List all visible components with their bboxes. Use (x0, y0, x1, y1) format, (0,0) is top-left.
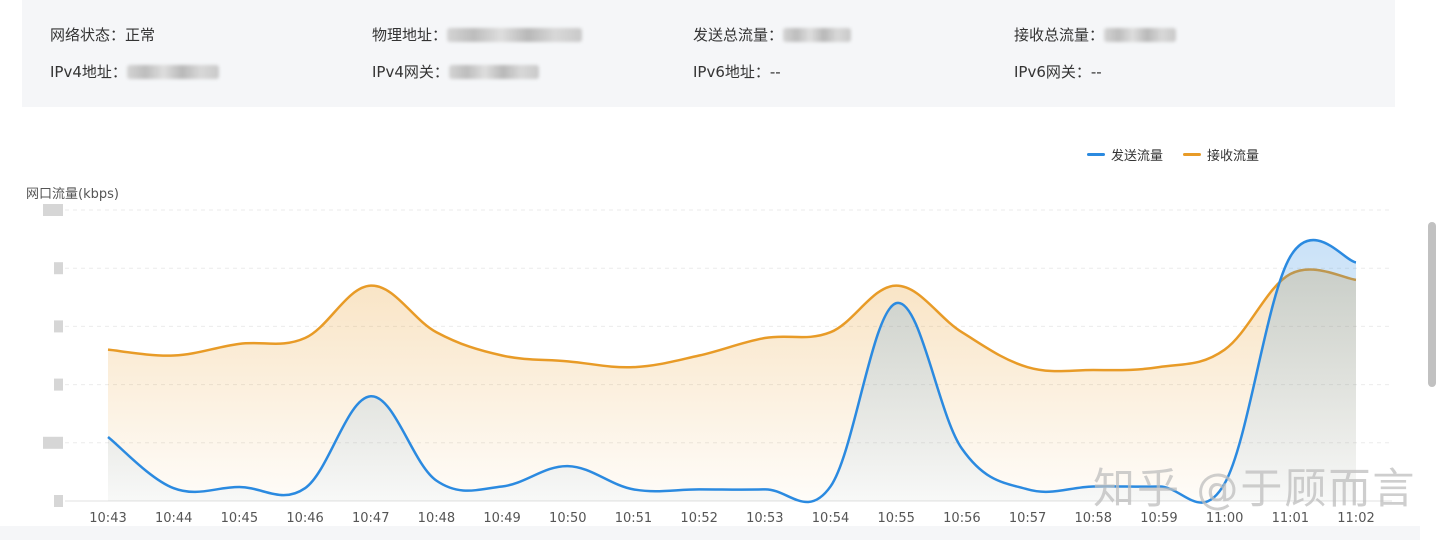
ipv6-address: IPv6地址： -- (693, 61, 781, 82)
ipv4-gateway-label: IPv4网关： (372, 63, 449, 81)
x-tick-label: 10:46 (286, 511, 323, 526)
x-tick-label: 10:57 (1009, 511, 1046, 526)
ipv4-gateway: IPv4网关： (372, 61, 539, 82)
x-tick-label: 10:44 (155, 511, 192, 526)
x-tick-label: 10:43 (89, 511, 126, 526)
rx-total: 接收总流量： (1014, 24, 1177, 45)
x-tick-label: 10:54 (812, 511, 849, 526)
x-tick-label: 10:51 (615, 511, 652, 526)
rx-total-label: 接收总流量： (1014, 26, 1105, 44)
x-tick-label: 10:55 (877, 511, 914, 526)
y-tick-redacted (43, 436, 63, 449)
ipv4-address-redacted (126, 64, 219, 79)
mac-address-label: 物理地址： (372, 26, 448, 44)
x-tick-label: 10:48 (418, 511, 455, 526)
mac-address-redacted (447, 27, 583, 42)
x-tick-label: 10:47 (352, 511, 389, 526)
ipv6-gateway-value: -- (1090, 62, 1102, 81)
y-tick-redacted (54, 495, 63, 507)
x-tick-label: 10:56 (943, 511, 980, 526)
network-status: 网络状态： 正常 (50, 24, 155, 45)
y-tick-redacted (54, 378, 63, 391)
rx-total-redacted (1104, 27, 1177, 42)
ipv6-gateway-label: IPv6网关： (1014, 63, 1091, 81)
scrollbar-thumb[interactable] (1428, 222, 1436, 387)
ipv4-gateway-redacted (448, 64, 539, 79)
network-info-panel: 网络状态： 正常 物理地址： 发送总流量： 接收总流量： IPv4地址： IPv… (22, 0, 1395, 107)
traffic-chart: 发送流量 接收流量 网口流量(kbps) 10:43 10:44 10:45 10:4… (0, 110, 1420, 540)
y-tick-redacted (43, 204, 63, 216)
y-axis-ticks (43, 204, 63, 507)
bottom-strip (0, 526, 1420, 540)
tx-total-label: 发送总流量： (693, 26, 784, 44)
x-tick-label: 10:53 (746, 511, 783, 526)
y-tick-redacted (54, 320, 63, 333)
x-tick-label: 10:50 (549, 511, 586, 526)
scrollbar-track[interactable] (1420, 0, 1440, 540)
network-status-label: 网络状态： (50, 26, 126, 44)
x-tick-label: 10:49 (483, 511, 520, 526)
mac-address: 物理地址： (372, 24, 583, 45)
x-tick-label: 10:52 (680, 511, 717, 526)
network-status-value: 正常 (125, 26, 156, 44)
ipv4-address: IPv4地址： (50, 61, 219, 82)
ipv6-address-value: -- (769, 62, 781, 81)
tx-total-redacted (783, 27, 852, 42)
y-tick-redacted (54, 262, 63, 275)
ipv6-gateway: IPv6网关： -- (1014, 61, 1102, 82)
ipv4-address-label: IPv4地址： (50, 63, 127, 81)
ipv6-address-label: IPv6地址： (693, 63, 770, 81)
x-tick-label: 10:45 (221, 511, 258, 526)
watermark: 知乎 @于顾而言 (1093, 464, 1417, 513)
tx-total: 发送总流量： (693, 24, 852, 45)
